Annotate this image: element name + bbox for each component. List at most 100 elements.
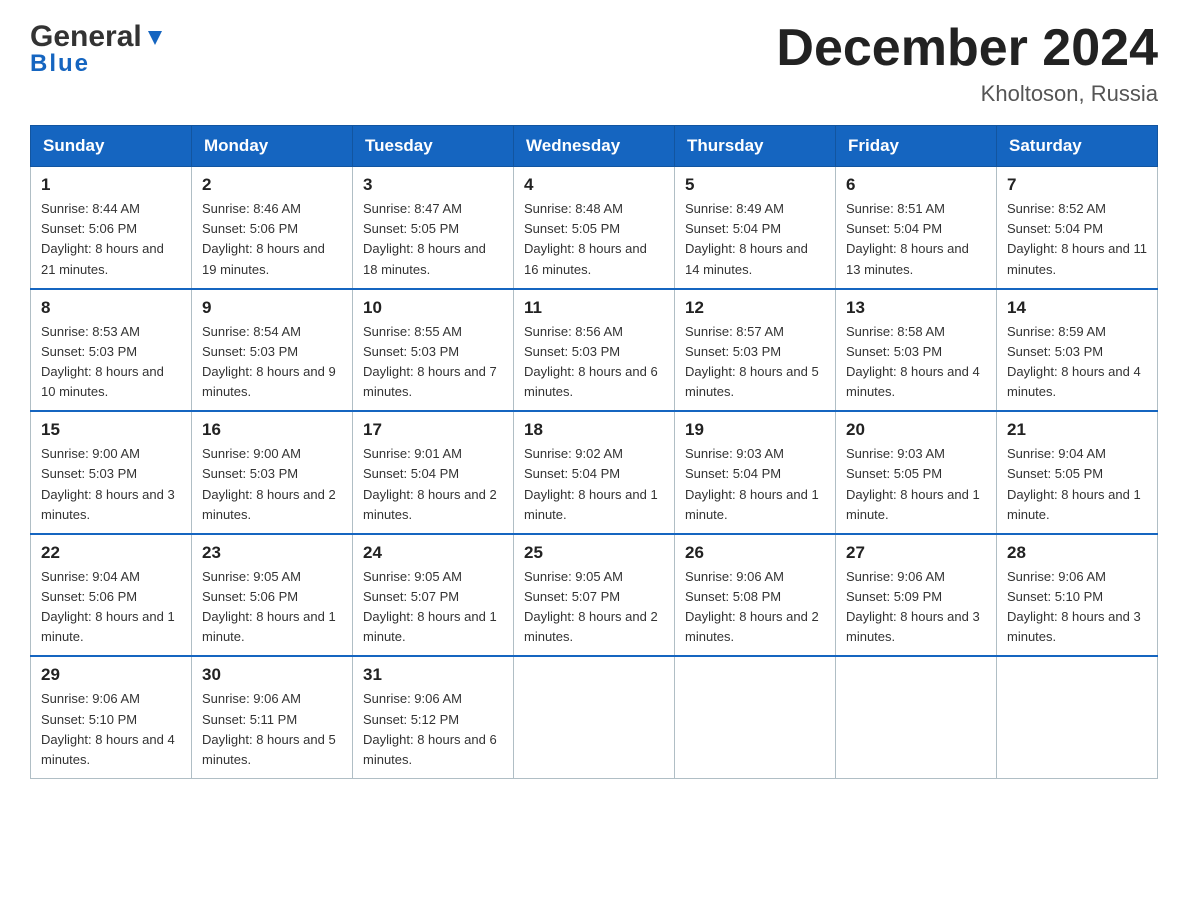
day-info: Sunrise: 9:00 AM Sunset: 5:03 PM Dayligh… — [41, 444, 181, 525]
day-number: 28 — [1007, 543, 1147, 563]
calendar-cell: 29 Sunrise: 9:06 AM Sunset: 5:10 PM Dayl… — [31, 656, 192, 778]
day-info: Sunrise: 8:57 AM Sunset: 5:03 PM Dayligh… — [685, 322, 825, 403]
day-info: Sunrise: 8:49 AM Sunset: 5:04 PM Dayligh… — [685, 199, 825, 280]
header-sunday: Sunday — [31, 126, 192, 167]
title-area: December 2024 Kholtoson, Russia — [776, 20, 1158, 107]
header-row: Sunday Monday Tuesday Wednesday Thursday… — [31, 126, 1158, 167]
day-info: Sunrise: 9:06 AM Sunset: 5:12 PM Dayligh… — [363, 689, 503, 770]
day-number: 16 — [202, 420, 342, 440]
day-info: Sunrise: 8:55 AM Sunset: 5:03 PM Dayligh… — [363, 322, 503, 403]
day-number: 4 — [524, 175, 664, 195]
day-number: 8 — [41, 298, 181, 318]
logo-blue-text: Blue — [30, 50, 90, 78]
header-thursday: Thursday — [675, 126, 836, 167]
calendar-cell: 12 Sunrise: 8:57 AM Sunset: 5:03 PM Dayl… — [675, 289, 836, 412]
calendar-cell: 14 Sunrise: 8:59 AM Sunset: 5:03 PM Dayl… — [997, 289, 1158, 412]
day-info: Sunrise: 8:47 AM Sunset: 5:05 PM Dayligh… — [363, 199, 503, 280]
day-info: Sunrise: 9:04 AM Sunset: 5:05 PM Dayligh… — [1007, 444, 1147, 525]
calendar-cell: 3 Sunrise: 8:47 AM Sunset: 5:05 PM Dayli… — [353, 167, 514, 289]
logo: General Blue — [30, 20, 166, 78]
calendar-cell — [997, 656, 1158, 778]
calendar-cell: 24 Sunrise: 9:05 AM Sunset: 5:07 PM Dayl… — [353, 534, 514, 657]
calendar-cell: 25 Sunrise: 9:05 AM Sunset: 5:07 PM Dayl… — [514, 534, 675, 657]
day-number: 12 — [685, 298, 825, 318]
day-info: Sunrise: 8:58 AM Sunset: 5:03 PM Dayligh… — [846, 322, 986, 403]
header-tuesday: Tuesday — [353, 126, 514, 167]
day-number: 15 — [41, 420, 181, 440]
calendar-cell: 19 Sunrise: 9:03 AM Sunset: 5:04 PM Dayl… — [675, 411, 836, 534]
day-info: Sunrise: 9:04 AM Sunset: 5:06 PM Dayligh… — [41, 567, 181, 648]
day-info: Sunrise: 8:53 AM Sunset: 5:03 PM Dayligh… — [41, 322, 181, 403]
day-info: Sunrise: 9:05 AM Sunset: 5:07 PM Dayligh… — [524, 567, 664, 648]
calendar-table: Sunday Monday Tuesday Wednesday Thursday… — [30, 125, 1158, 779]
day-number: 20 — [846, 420, 986, 440]
calendar-cell — [836, 656, 997, 778]
calendar-cell: 22 Sunrise: 9:04 AM Sunset: 5:06 PM Dayl… — [31, 534, 192, 657]
calendar-cell — [675, 656, 836, 778]
calendar-cell: 5 Sunrise: 8:49 AM Sunset: 5:04 PM Dayli… — [675, 167, 836, 289]
day-number: 24 — [363, 543, 503, 563]
calendar-week-1: 1 Sunrise: 8:44 AM Sunset: 5:06 PM Dayli… — [31, 167, 1158, 289]
day-info: Sunrise: 9:03 AM Sunset: 5:05 PM Dayligh… — [846, 444, 986, 525]
day-info: Sunrise: 8:48 AM Sunset: 5:05 PM Dayligh… — [524, 199, 664, 280]
day-number: 25 — [524, 543, 664, 563]
day-info: Sunrise: 9:06 AM Sunset: 5:10 PM Dayligh… — [1007, 567, 1147, 648]
day-info: Sunrise: 9:01 AM Sunset: 5:04 PM Dayligh… — [363, 444, 503, 525]
day-info: Sunrise: 9:00 AM Sunset: 5:03 PM Dayligh… — [202, 444, 342, 525]
page-subtitle: Kholtoson, Russia — [776, 81, 1158, 107]
day-number: 18 — [524, 420, 664, 440]
calendar-cell: 2 Sunrise: 8:46 AM Sunset: 5:06 PM Dayli… — [192, 167, 353, 289]
calendar-cell: 28 Sunrise: 9:06 AM Sunset: 5:10 PM Dayl… — [997, 534, 1158, 657]
day-number: 17 — [363, 420, 503, 440]
calendar-cell: 10 Sunrise: 8:55 AM Sunset: 5:03 PM Dayl… — [353, 289, 514, 412]
day-number: 26 — [685, 543, 825, 563]
day-number: 11 — [524, 298, 664, 318]
day-info: Sunrise: 8:51 AM Sunset: 5:04 PM Dayligh… — [846, 199, 986, 280]
calendar-cell: 15 Sunrise: 9:00 AM Sunset: 5:03 PM Dayl… — [31, 411, 192, 534]
day-number: 21 — [1007, 420, 1147, 440]
calendar-body: 1 Sunrise: 8:44 AM Sunset: 5:06 PM Dayli… — [31, 167, 1158, 779]
calendar-cell: 21 Sunrise: 9:04 AM Sunset: 5:05 PM Dayl… — [997, 411, 1158, 534]
day-number: 14 — [1007, 298, 1147, 318]
calendar-cell: 4 Sunrise: 8:48 AM Sunset: 5:05 PM Dayli… — [514, 167, 675, 289]
day-number: 3 — [363, 175, 503, 195]
day-info: Sunrise: 9:06 AM Sunset: 5:11 PM Dayligh… — [202, 689, 342, 770]
calendar-cell: 8 Sunrise: 8:53 AM Sunset: 5:03 PM Dayli… — [31, 289, 192, 412]
page-title: December 2024 — [776, 20, 1158, 77]
header-wednesday: Wednesday — [514, 126, 675, 167]
day-number: 22 — [41, 543, 181, 563]
header-saturday: Saturday — [997, 126, 1158, 167]
calendar-cell: 11 Sunrise: 8:56 AM Sunset: 5:03 PM Dayl… — [514, 289, 675, 412]
calendar-cell: 27 Sunrise: 9:06 AM Sunset: 5:09 PM Dayl… — [836, 534, 997, 657]
page-header: General Blue December 2024 Kholtoson, Ru… — [30, 20, 1158, 107]
calendar-week-4: 22 Sunrise: 9:04 AM Sunset: 5:06 PM Dayl… — [31, 534, 1158, 657]
day-number: 7 — [1007, 175, 1147, 195]
calendar-week-3: 15 Sunrise: 9:00 AM Sunset: 5:03 PM Dayl… — [31, 411, 1158, 534]
day-info: Sunrise: 9:02 AM Sunset: 5:04 PM Dayligh… — [524, 444, 664, 525]
calendar-cell: 6 Sunrise: 8:51 AM Sunset: 5:04 PM Dayli… — [836, 167, 997, 289]
logo-triangle-icon — [144, 27, 166, 49]
day-number: 1 — [41, 175, 181, 195]
day-info: Sunrise: 8:52 AM Sunset: 5:04 PM Dayligh… — [1007, 199, 1147, 280]
day-info: Sunrise: 9:06 AM Sunset: 5:09 PM Dayligh… — [846, 567, 986, 648]
calendar-cell: 9 Sunrise: 8:54 AM Sunset: 5:03 PM Dayli… — [192, 289, 353, 412]
day-info: Sunrise: 9:03 AM Sunset: 5:04 PM Dayligh… — [685, 444, 825, 525]
header-friday: Friday — [836, 126, 997, 167]
calendar-cell: 16 Sunrise: 9:00 AM Sunset: 5:03 PM Dayl… — [192, 411, 353, 534]
day-number: 9 — [202, 298, 342, 318]
day-info: Sunrise: 8:59 AM Sunset: 5:03 PM Dayligh… — [1007, 322, 1147, 403]
calendar-cell: 17 Sunrise: 9:01 AM Sunset: 5:04 PM Dayl… — [353, 411, 514, 534]
calendar-cell: 18 Sunrise: 9:02 AM Sunset: 5:04 PM Dayl… — [514, 411, 675, 534]
calendar-week-5: 29 Sunrise: 9:06 AM Sunset: 5:10 PM Dayl… — [31, 656, 1158, 778]
calendar-cell: 30 Sunrise: 9:06 AM Sunset: 5:11 PM Dayl… — [192, 656, 353, 778]
day-number: 31 — [363, 665, 503, 685]
day-info: Sunrise: 8:56 AM Sunset: 5:03 PM Dayligh… — [524, 322, 664, 403]
day-info: Sunrise: 9:06 AM Sunset: 5:10 PM Dayligh… — [41, 689, 181, 770]
day-number: 30 — [202, 665, 342, 685]
day-info: Sunrise: 8:44 AM Sunset: 5:06 PM Dayligh… — [41, 199, 181, 280]
day-number: 29 — [41, 665, 181, 685]
calendar-cell: 20 Sunrise: 9:03 AM Sunset: 5:05 PM Dayl… — [836, 411, 997, 534]
calendar-cell — [514, 656, 675, 778]
calendar-cell: 7 Sunrise: 8:52 AM Sunset: 5:04 PM Dayli… — [997, 167, 1158, 289]
day-info: Sunrise: 8:46 AM Sunset: 5:06 PM Dayligh… — [202, 199, 342, 280]
